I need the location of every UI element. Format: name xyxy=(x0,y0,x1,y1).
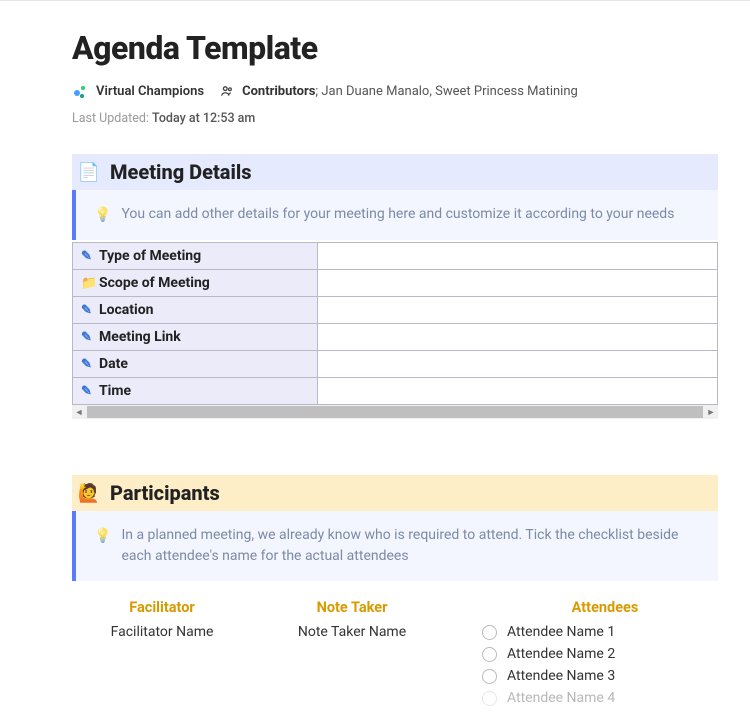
attendees-heading: Attendees xyxy=(482,599,718,616)
detail-value-cell[interactable] xyxy=(318,378,718,405)
last-updated-label: Last Updated: xyxy=(72,111,152,126)
attendee-name: Attendee Name 2 xyxy=(507,646,615,662)
attendee-checkbox[interactable] xyxy=(482,691,497,706)
detail-label-cell: ✎ Location xyxy=(73,297,318,324)
scroll-track[interactable] xyxy=(87,406,703,418)
section-header-participants: 🙋 Participants xyxy=(72,475,718,511)
scroll-right-arrow-icon[interactable]: ► xyxy=(704,407,718,418)
tip-text-meeting-details: You can add other details for your meeti… xyxy=(121,204,674,225)
table-row: ✎ Location xyxy=(73,297,718,324)
meta-row: Virtual Champions Contributors; Jan Duan… xyxy=(72,83,718,99)
notetaker-heading: Note Taker xyxy=(252,599,452,616)
detail-value-cell[interactable] xyxy=(318,297,718,324)
notes-icon: 📄 xyxy=(78,161,100,183)
attendee-row: Attendee Name 1 xyxy=(482,624,718,640)
detail-label: Time xyxy=(99,383,131,399)
table-row: ✎ Meeting Link xyxy=(73,324,718,351)
contributors-names: ; Jan Duane Manalo, Sweet Princess Matin… xyxy=(315,84,577,99)
detail-label: Type of Meeting xyxy=(99,248,201,264)
attendee-row: Attendee Name 2 xyxy=(482,646,718,662)
facilitator-heading: Facilitator xyxy=(72,599,252,616)
detail-label-cell: ✎ Type of Meeting xyxy=(73,243,318,270)
notetaker-value: Note Taker Name xyxy=(252,624,452,640)
participants-grid: Facilitator Facilitator Name Note Taker … xyxy=(72,599,718,712)
tip-meeting-details: 💡 You can add other details for your mee… xyxy=(72,190,718,240)
table-row: ✎ Time xyxy=(73,378,718,405)
last-updated-value: Today at 12:53 am xyxy=(152,111,255,126)
detail-label: Location xyxy=(99,302,153,318)
detail-label-cell: 📁 Scope of Meeting xyxy=(73,270,318,297)
attendee-row: Attendee Name 3 xyxy=(482,668,718,684)
detail-value-cell[interactable] xyxy=(318,351,718,378)
detail-label-cell: ✎ Time xyxy=(73,378,318,405)
attendee-name: Attendee Name 3 xyxy=(507,668,615,684)
table-row: 📁 Scope of Meeting xyxy=(73,270,718,297)
lightbulb-icon: 💡 xyxy=(94,526,111,547)
detail-label: Scope of Meeting xyxy=(99,275,210,291)
folder-icon: 📁 xyxy=(81,276,95,291)
detail-label-cell: ✎ Date xyxy=(73,351,318,378)
horizontal-scrollbar[interactable]: ◄ ► xyxy=(72,405,718,419)
last-updated: Last Updated: Today at 12:53 am xyxy=(72,111,718,126)
wave-icon: 🙋 xyxy=(78,482,100,504)
section-title-meeting-details: Meeting Details xyxy=(110,160,252,184)
org-logo-icon xyxy=(72,83,88,99)
detail-value-cell[interactable] xyxy=(318,324,718,351)
attendee-row: Attendee Name 4 xyxy=(482,690,718,706)
pencil-icon: ✎ xyxy=(81,384,95,399)
tip-text-participants: In a planned meeting, we already know wh… xyxy=(121,525,702,567)
section-header-meeting-details: 📄 Meeting Details xyxy=(72,154,718,190)
detail-label-cell: ✎ Meeting Link xyxy=(73,324,318,351)
pencil-icon: ✎ xyxy=(81,357,95,372)
tip-participants: 💡 In a planned meeting, we already know … xyxy=(72,511,718,581)
detail-label: Date xyxy=(99,356,128,372)
meeting-details-table: ✎ Type of Meeting 📁 Scope of Meeting ✎ Locati… xyxy=(72,242,718,405)
detail-label: Meeting Link xyxy=(99,329,181,345)
attendee-checkbox[interactable] xyxy=(482,669,497,684)
section-title-participants: Participants xyxy=(110,481,220,505)
org-name: Virtual Champions xyxy=(96,84,204,99)
pencil-icon: ✎ xyxy=(81,249,95,264)
facilitator-value: Facilitator Name xyxy=(72,624,252,640)
detail-value-cell[interactable] xyxy=(318,270,718,297)
pencil-icon: ✎ xyxy=(81,303,95,318)
attendee-name: Attendee Name 4 xyxy=(507,690,615,706)
detail-value-cell[interactable] xyxy=(318,243,718,270)
scroll-left-arrow-icon[interactable]: ◄ xyxy=(72,407,86,418)
attendee-checkbox[interactable] xyxy=(482,647,497,662)
contributors-label: Contributors xyxy=(242,84,315,99)
table-row: ✎ Date xyxy=(73,351,718,378)
table-row: ✎ Type of Meeting xyxy=(73,243,718,270)
pencil-icon: ✎ xyxy=(81,330,95,345)
attendee-name: Attendee Name 1 xyxy=(507,624,615,640)
attendee-checkbox[interactable] xyxy=(482,625,497,640)
lightbulb-icon: 💡 xyxy=(94,205,111,226)
page-title: Agenda Template xyxy=(72,29,718,67)
contributors-icon xyxy=(220,84,234,98)
